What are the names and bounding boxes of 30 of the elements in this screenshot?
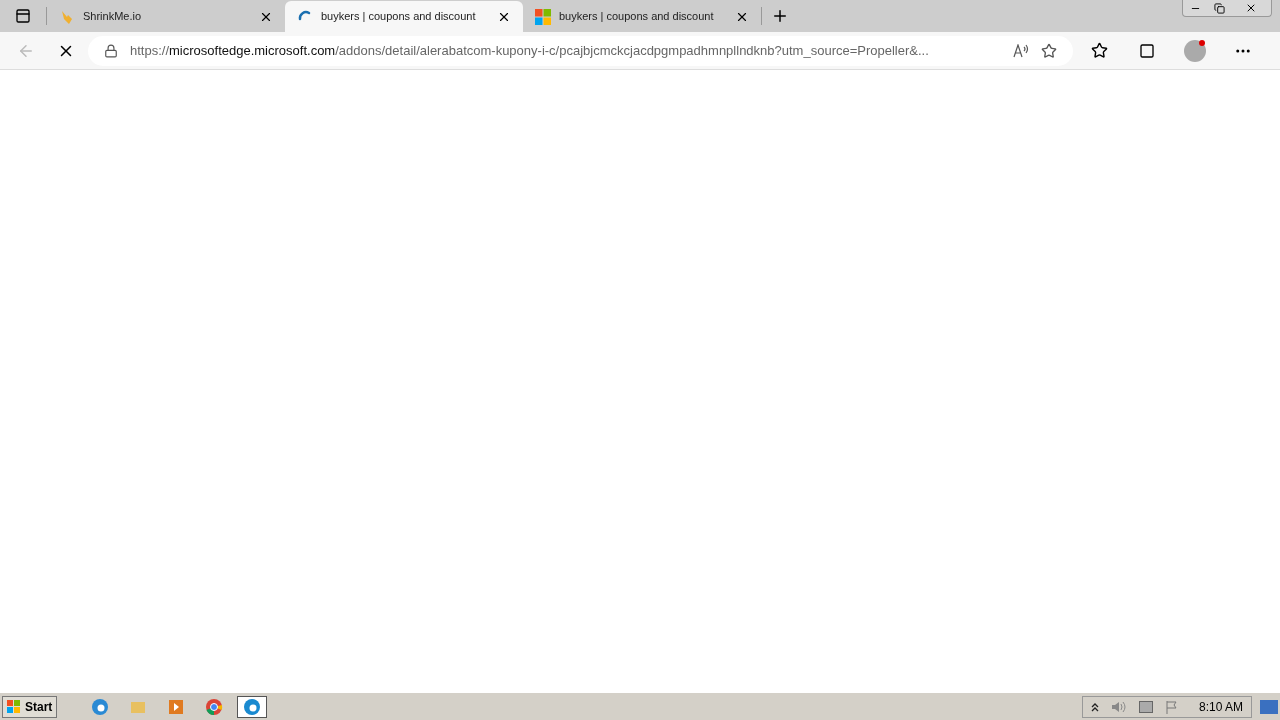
show-hidden-icon[interactable] [1090,701,1099,712]
edge-icon [243,697,262,716]
tab-title: ShrinkMe.io [83,9,143,25]
address-bar[interactable]: https://microsoftedge.microsoft.com/addons/detail/alerabatcom-kupony-i-c/pcajbjcmckcjacdpgmpadhmnpllndknb?utm_source=Propeller&... [88,35,1073,66]
network-icon[interactable] [1138,700,1153,713]
browser-tab[interactable]: buykers | coupons and discount [523,1,761,32]
chrome-icon [205,697,224,716]
profile-avatar[interactable] [1184,39,1206,62]
url-text: https://microsoftedge.microsoft.com/addons/detail/alerabatcom-kupony-i-c/pcajbjcmckcjacdpgmpadhmnpllndknb?utm_source=Propeller&... [130,41,930,60]
restore-icon[interactable] [1213,2,1225,14]
add-favorite-icon[interactable] [1041,42,1057,59]
show-desktop-icon[interactable] [1260,699,1278,714]
tab-title: buykers | coupons and discount [321,9,477,25]
clock: 8:10 AM [1198,698,1243,716]
read-aloud-icon[interactable] [1013,43,1029,58]
four-squares-icon [535,8,551,25]
tab-title: buykers | coupons and discount [559,9,715,25]
start-button[interactable]: Start [2,695,58,718]
lock-icon [104,43,118,58]
collections-icon[interactable] [1139,42,1155,59]
ie-icon [91,697,110,716]
media-player-icon [167,697,186,716]
favorites-icon[interactable] [1090,42,1108,59]
new-tab-icon[interactable] [771,7,789,25]
windows-logo-icon [7,699,21,714]
close-icon[interactable] [1245,2,1257,14]
browser-tab[interactable]: ShrinkMe.io [47,1,285,32]
taskbar-app[interactable] [237,695,268,718]
tab-actions-icon[interactable] [15,8,31,24]
browser-tab[interactable]: buykers | coupons and discount [285,1,523,32]
